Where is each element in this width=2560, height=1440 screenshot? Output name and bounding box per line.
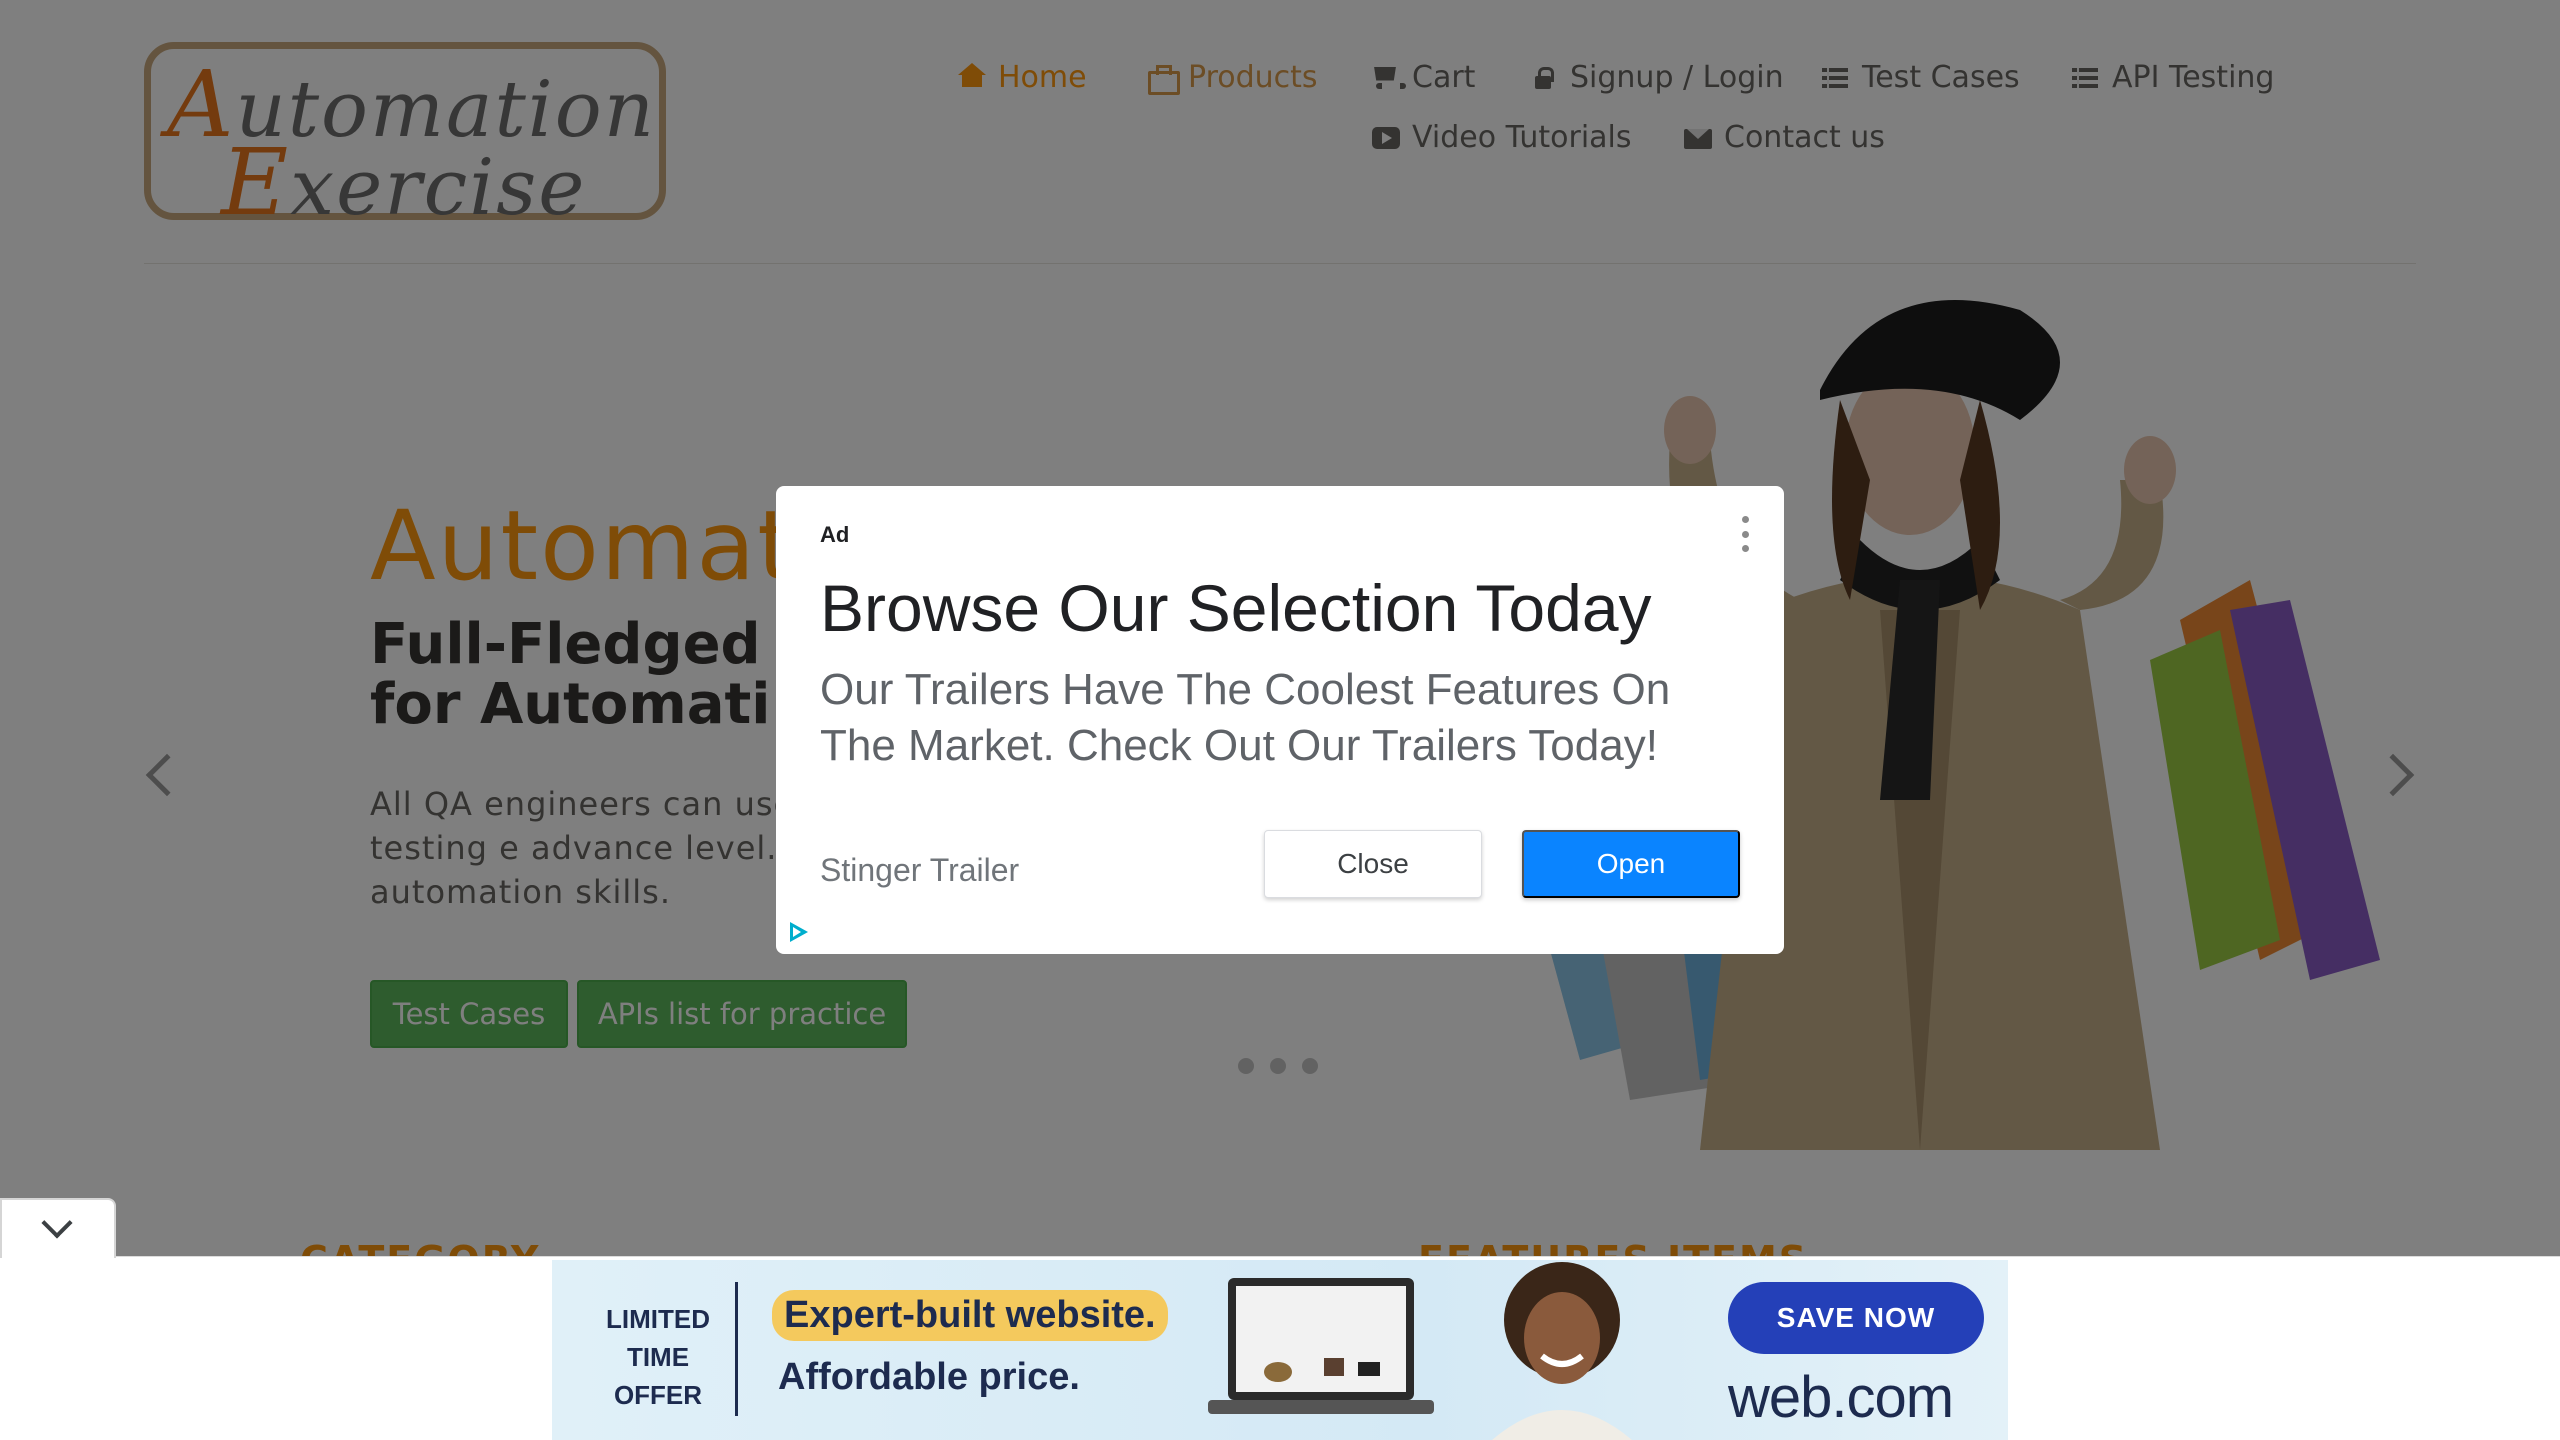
banner-headline-1: Expert-built website. [772,1290,1168,1341]
web-com-logo: web.com [1728,1365,1954,1430]
laptop-image [1208,1278,1434,1414]
ad-close-button[interactable]: Close [1264,830,1482,898]
smiling-woman-image [1492,1262,1632,1440]
adchoices-icon[interactable] [790,922,808,942]
anchor-ad-collapse-tab[interactable] [0,1198,116,1258]
more-options-icon[interactable] [1742,516,1750,552]
anchor-ad-banner[interactable]: LIMITED TIME OFFER Expert-built website.… [552,1260,2008,1440]
banner-divider [735,1282,738,1416]
save-now-button[interactable]: SAVE NOW [1728,1282,1984,1354]
ad-label: Ad [820,522,850,547]
ad-body-text[interactable]: Our Trailers Have The Coolest Features O… [820,662,1720,774]
banner-limited-offer: LIMITED TIME OFFER [606,1304,710,1410]
ad-open-button[interactable]: Open [1522,830,1740,898]
banner-headline-2: Affordable price. [778,1356,1080,1398]
ad-headline[interactable]: Browse Our Selection Today [820,570,1652,646]
ad-dialog: Ad Browse Our Selection Today Our Traile… [776,486,1784,954]
ad-advertiser[interactable]: Stinger Trailer [820,852,1019,889]
chevron-down-icon [41,1207,73,1239]
